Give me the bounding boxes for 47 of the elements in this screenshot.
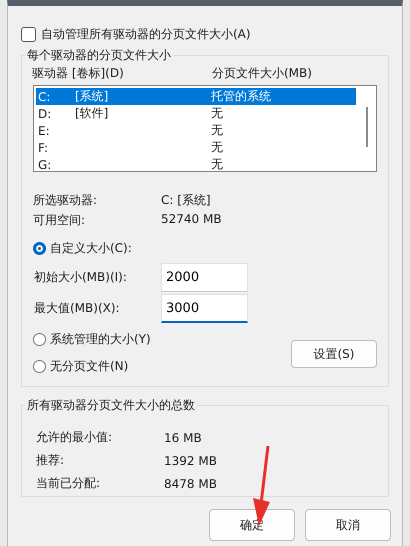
- radio-button[interactable]: [33, 333, 46, 346]
- info-label: 可用空间:: [33, 212, 86, 229]
- total-label: 当前已分配:: [36, 475, 102, 492]
- checkbox-label: 自动管理所有驱动器的分页文件大小(A): [41, 26, 251, 43]
- drive-letter: F:: [38, 140, 50, 154]
- drive-volume: [软件]: [75, 105, 110, 122]
- size-field[interactable]: 3000: [161, 294, 248, 323]
- page-file-size: 无: [211, 156, 224, 173]
- set-button[interactable]: 设置(S): [291, 340, 377, 368]
- drive-letter: D:: [38, 106, 52, 120]
- checkbox[interactable]: [21, 27, 36, 42]
- drive-letter: C:: [38, 90, 52, 104]
- info-label: 所选驱动器:: [33, 192, 98, 209]
- total-label: 允许的最小值:: [36, 429, 114, 446]
- column-header: 分页文件大小(MB): [212, 64, 313, 82]
- info-value: C: [系统]: [161, 192, 212, 209]
- drive-letter: G:: [38, 158, 52, 172]
- drive-row[interactable]: C: [系统] 托管的系统: [36, 88, 356, 105]
- field-label: 初始大小(MB)(I):: [34, 269, 128, 286]
- drive-row[interactable]: G: 无: [36, 156, 356, 173]
- radio-label: 系统管理的大小(Y): [50, 331, 151, 348]
- column-header: 驱动器 [卷标](D): [32, 64, 125, 82]
- drive-row[interactable]: E: 无: [36, 122, 356, 139]
- radio-label: 自定义大小(C):: [50, 240, 132, 257]
- cancel-button[interactable]: 取消: [305, 509, 391, 541]
- drive-row[interactable]: F: 无: [36, 139, 356, 156]
- drive-volume: [系统]: [75, 88, 110, 105]
- radio-button[interactable]: [33, 360, 46, 373]
- radio-label: 无分页文件(N): [50, 358, 128, 375]
- scrollbar-thumb[interactable]: [366, 107, 368, 147]
- info-value: 52740 MB: [161, 212, 223, 228]
- page-file-size: 无: [211, 122, 224, 139]
- field-label: 最大值(MB)(X):: [34, 300, 121, 317]
- drive-list[interactable]: C: [系统] 托管的系统 D: [软件] 无 E: 无 F: 无 G: 无: [33, 85, 377, 172]
- size-field[interactable]: 2000: [161, 263, 248, 292]
- page-file-size: 无: [211, 139, 224, 156]
- total-value: 1392 MB: [164, 454, 218, 468]
- group-title: 每个驱动器的分页文件大小: [25, 47, 173, 64]
- page-file-size: 托管的系统: [211, 88, 272, 105]
- radio-button[interactable]: [33, 242, 46, 255]
- total-value: 16 MB: [164, 430, 203, 444]
- group-title: 所有驱动器分页文件大小的总数: [25, 397, 197, 414]
- drive-row[interactable]: D: [软件] 无: [36, 105, 356, 122]
- total-label: 推荐:: [36, 452, 66, 469]
- page-file-size: 无: [211, 105, 224, 122]
- total-value: 8478 MB: [164, 476, 218, 490]
- drive-letter: E:: [38, 124, 51, 138]
